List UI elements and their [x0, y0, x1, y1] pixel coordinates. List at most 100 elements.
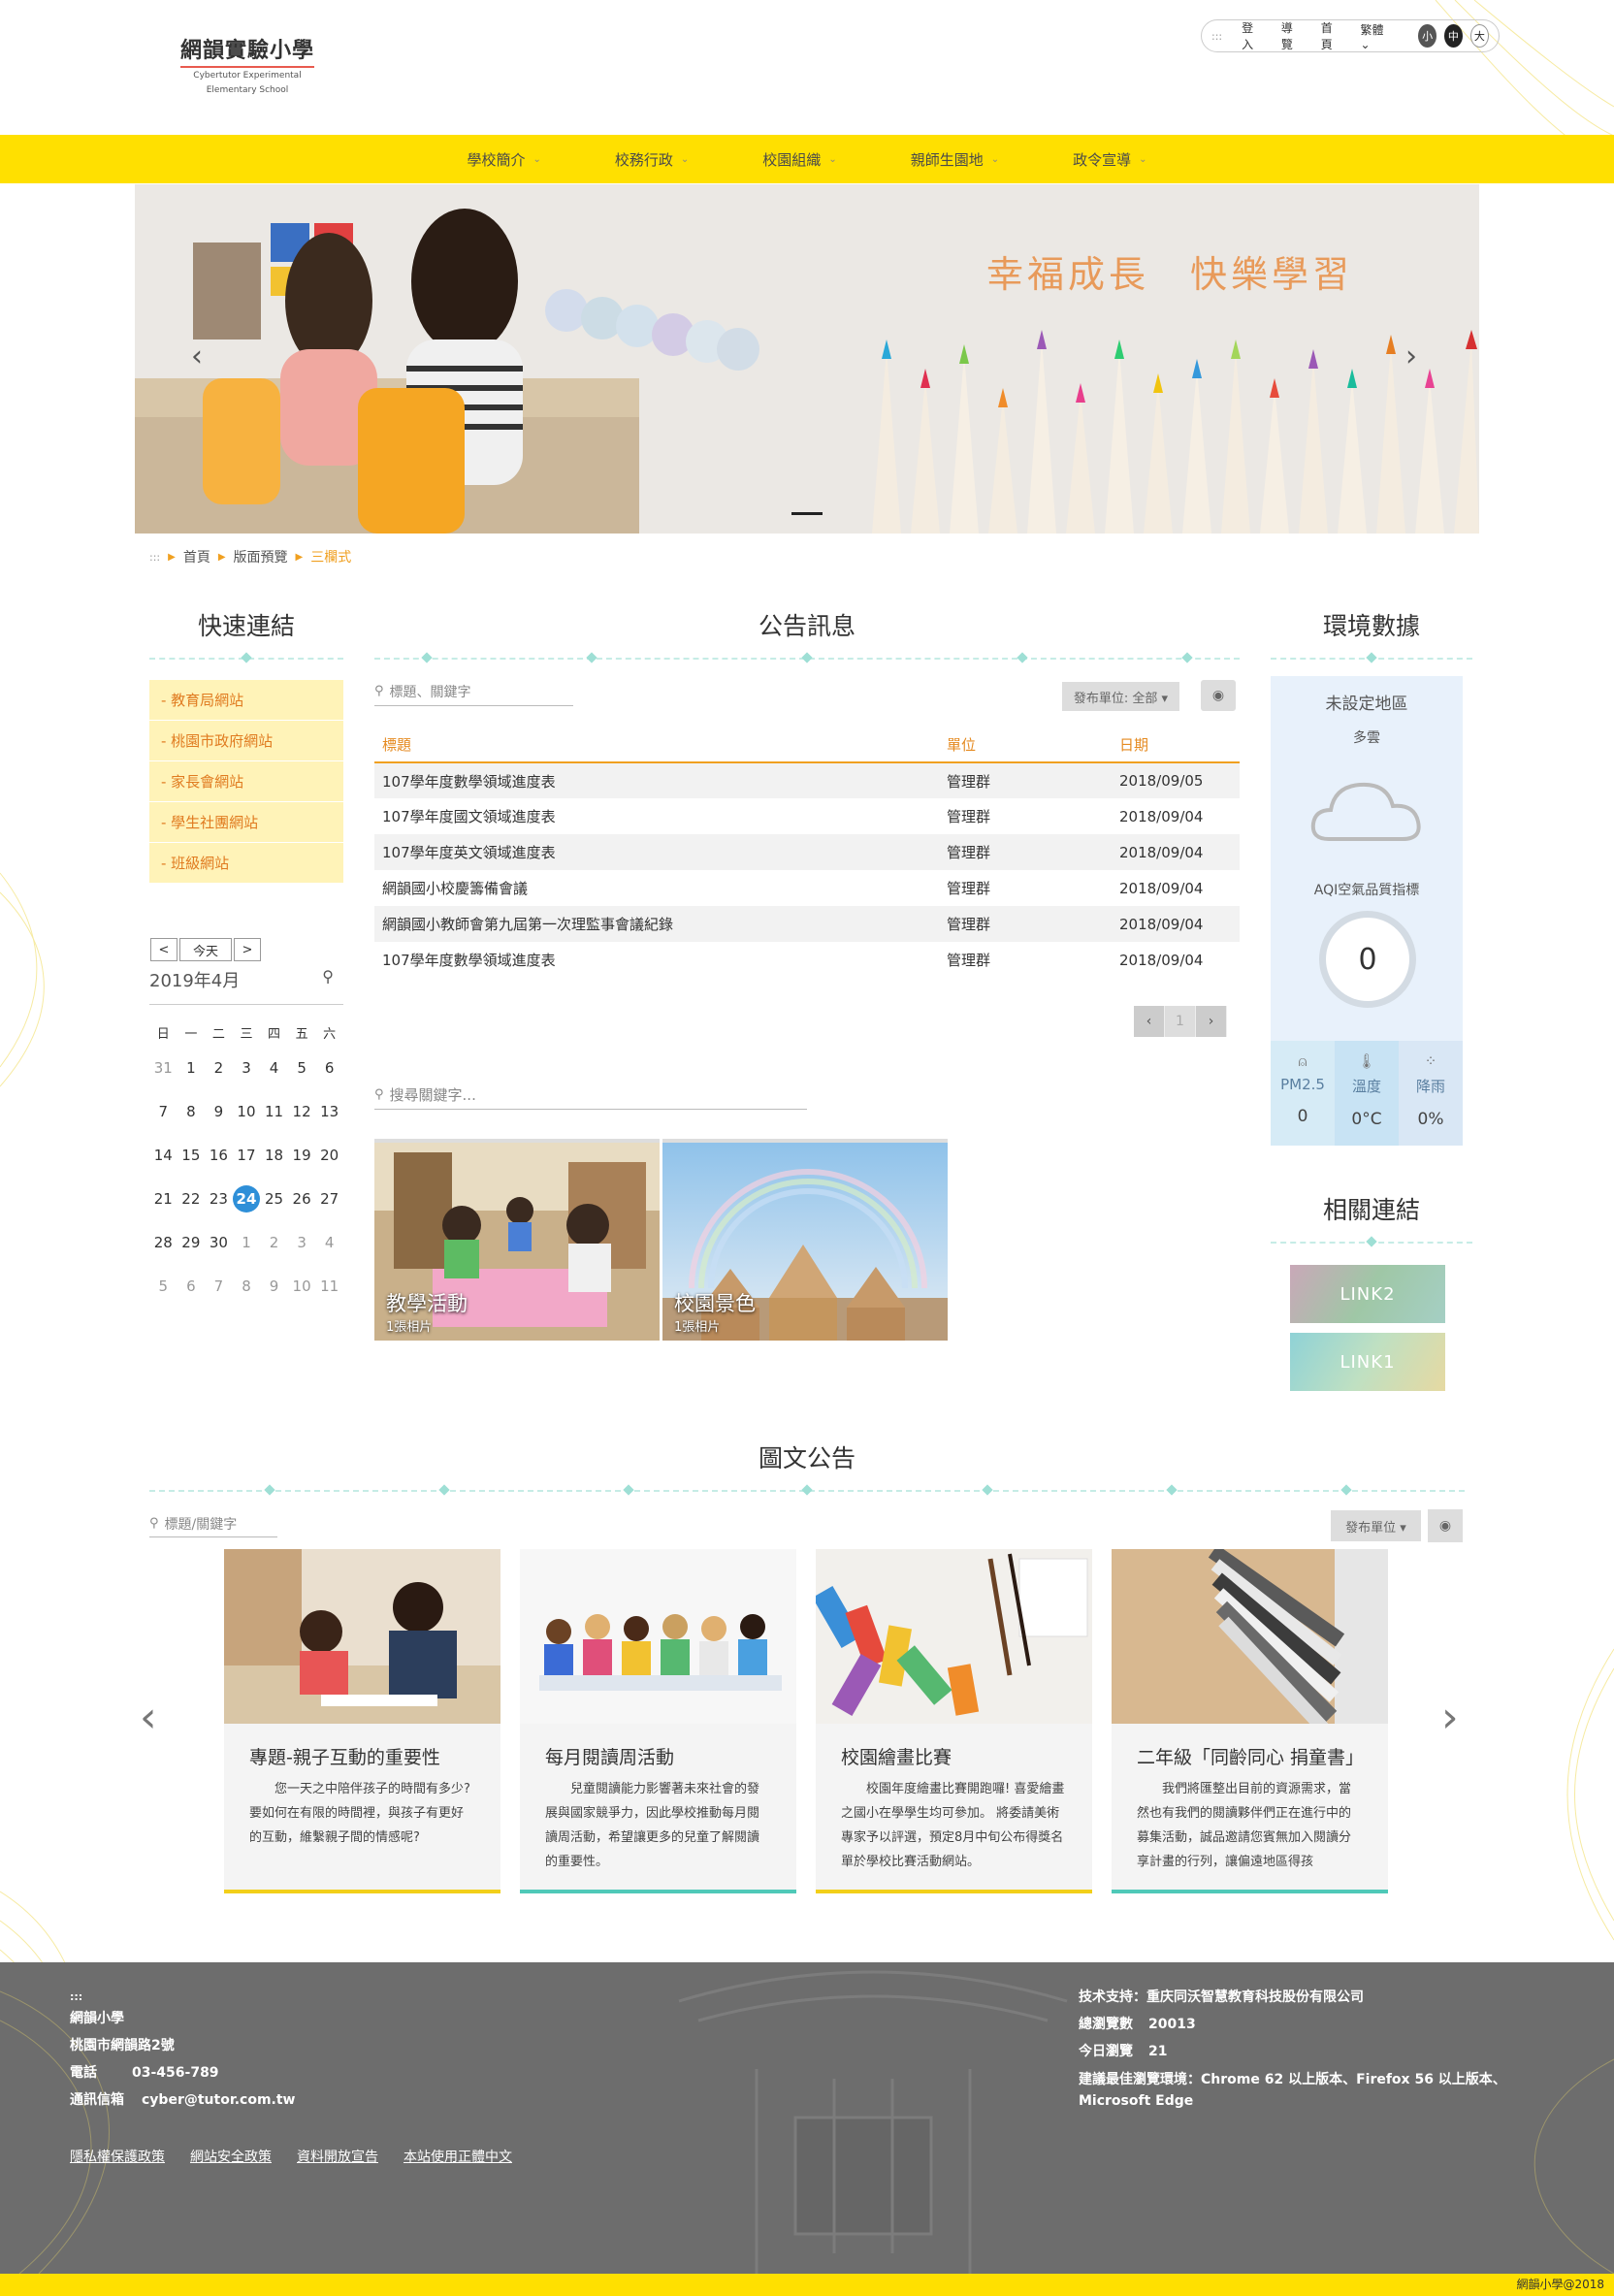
calendar-prev-button[interactable]: <: [150, 938, 178, 961]
table-row[interactable]: 107學年度數學領域進度表 管理群 2018/09/04: [374, 942, 1240, 978]
footer-link-language[interactable]: 本站使用正體中文: [404, 2147, 512, 2166]
calendar-day[interactable]: 19: [288, 1133, 316, 1177]
picture-search-input[interactable]: ⚲ 標題/關鍵字: [149, 1510, 277, 1537]
column-header-date[interactable]: 日期: [1112, 728, 1240, 763]
nav-item-admin[interactable]: 校務行政 ⌄: [615, 149, 689, 170]
calendar-today-button[interactable]: 今天: [179, 938, 232, 961]
nav-item-policy[interactable]: 政令宣導 ⌄: [1073, 149, 1146, 170]
calendar-day[interactable]: 7: [205, 1264, 233, 1308]
calendar-day[interactable]: 4: [260, 1046, 288, 1089]
carousel-next-button[interactable]: ›: [1441, 1693, 1459, 1742]
calendar-next-button[interactable]: >: [234, 938, 261, 961]
related-link-item[interactable]: LINK2: [1290, 1265, 1445, 1323]
search-icon[interactable]: ⚲: [322, 967, 334, 992]
announcement-title[interactable]: 網韻國小校慶籌備會議: [374, 870, 939, 906]
banner-next-button[interactable]: ›: [1405, 340, 1417, 373]
column-header-unit[interactable]: 單位: [939, 728, 1112, 763]
region-label[interactable]: 未設定地區: [1271, 690, 1463, 714]
calendar-day[interactable]: 14: [149, 1133, 178, 1177]
calendar-day[interactable]: 30: [205, 1220, 233, 1264]
calendar-day[interactable]: 15: [178, 1133, 206, 1177]
rss-icon[interactable]: ◉: [1428, 1509, 1463, 1542]
footer-link-security[interactable]: 網站安全政策: [190, 2147, 272, 2166]
table-row[interactable]: 網韻國小教師會第九屆第一次理監事會議紀錄 管理群 2018/09/04: [374, 906, 1240, 942]
guide-link[interactable]: 導覽: [1281, 19, 1300, 52]
calendar-day[interactable]: 6: [315, 1046, 343, 1089]
calendar-day[interactable]: 10: [233, 1089, 261, 1133]
table-row[interactable]: 107學年度數學領域進度表 管理群 2018/09/05: [374, 762, 1240, 798]
related-link-item[interactable]: LINK1: [1290, 1333, 1445, 1391]
picture-unit-filter-select[interactable]: 發布單位 ▾: [1331, 1510, 1421, 1541]
announcement-title[interactable]: 107學年度數學領域進度表: [374, 762, 939, 798]
column-header-title[interactable]: 標題: [374, 728, 939, 763]
calendar-day[interactable]: 11: [315, 1264, 343, 1308]
calendar-day[interactable]: 2: [205, 1046, 233, 1089]
calendar-day[interactable]: 8: [233, 1264, 261, 1308]
calendar-day[interactable]: 3: [288, 1220, 316, 1264]
footer-link-open-data[interactable]: 資料開放宣告: [297, 2147, 378, 2166]
page-prev-button[interactable]: ‹: [1134, 1006, 1165, 1037]
breadcrumb-preview[interactable]: 版面預覽: [234, 547, 288, 566]
calendar-day[interactable]: 6: [178, 1264, 206, 1308]
table-row[interactable]: 網韻國小校慶籌備會議 管理群 2018/09/04: [374, 870, 1240, 906]
school-logo[interactable]: 網韻實驗小學 Cybertutor Experimental Elementar…: [170, 33, 325, 97]
font-size-large-button[interactable]: 大: [1469, 24, 1489, 48]
carousel-prev-button[interactable]: ‹: [140, 1693, 157, 1742]
quick-link-item[interactable]: - 桃園市政府網站: [149, 721, 343, 761]
calendar-day[interactable]: 5: [288, 1046, 316, 1089]
album-search-input[interactable]: ⚲ 搜尋關鍵字...: [374, 1081, 807, 1110]
calendar-day[interactable]: 23: [205, 1177, 233, 1220]
calendar-day[interactable]: 1: [233, 1220, 261, 1264]
quick-link-item[interactable]: - 家長會網站: [149, 761, 343, 802]
calendar-day[interactable]: 28: [149, 1220, 178, 1264]
announcement-title[interactable]: 107學年度數學領域進度表: [374, 942, 939, 978]
footer-email[interactable]: cyber@tutor.com.tw: [142, 2092, 296, 2108]
calendar-day[interactable]: 27: [315, 1177, 343, 1220]
rss-icon[interactable]: ◉: [1201, 680, 1236, 711]
page-number[interactable]: 1: [1165, 1006, 1196, 1037]
calendar-day[interactable]: 13: [315, 1089, 343, 1133]
nav-item-organization[interactable]: 校園組織 ⌄: [762, 149, 836, 170]
table-row[interactable]: 107學年度英文領域進度表 管理群 2018/09/04: [374, 834, 1240, 870]
accesskey-dots[interactable]: :::: [1211, 30, 1222, 43]
calendar-day[interactable]: 12: [288, 1089, 316, 1133]
announcement-title[interactable]: 107學年度英文領域進度表: [374, 834, 939, 870]
breadcrumb-current[interactable]: 三欄式: [310, 547, 351, 566]
calendar-day[interactable]: 11: [260, 1089, 288, 1133]
calendar-day[interactable]: 20: [315, 1133, 343, 1177]
nav-item-about[interactable]: 學校簡介 ⌄: [467, 149, 540, 170]
calendar-day[interactable]: 31: [149, 1046, 178, 1089]
breadcrumb-home[interactable]: 首頁: [183, 547, 210, 566]
announcement-title[interactable]: 107學年度國文領域進度表: [374, 798, 939, 834]
calendar-day[interactable]: 18: [260, 1133, 288, 1177]
announcement-title[interactable]: 網韻國小教師會第九屆第一次理監事會議紀錄: [374, 906, 939, 942]
calendar-day[interactable]: 21: [149, 1177, 178, 1220]
login-link[interactable]: 登入: [1242, 19, 1260, 52]
album-card[interactable]: 校園景色 1張相片: [662, 1139, 948, 1341]
font-size-small-button[interactable]: 小: [1418, 24, 1436, 48]
nav-item-community[interactable]: 親師生園地 ⌄: [911, 149, 999, 170]
calendar-day[interactable]: 24: [232, 1177, 261, 1220]
calendar-day[interactable]: 22: [178, 1177, 206, 1220]
calendar-day[interactable]: 25: [260, 1177, 288, 1220]
font-size-medium-button[interactable]: 中: [1443, 24, 1463, 48]
calendar-day[interactable]: 1: [178, 1046, 206, 1089]
calendar-day[interactable]: 5: [149, 1264, 178, 1308]
calendar-day[interactable]: 29: [178, 1220, 206, 1264]
calendar-day[interactable]: 9: [260, 1264, 288, 1308]
calendar-day[interactable]: 7: [149, 1089, 178, 1133]
page-next-button[interactable]: ›: [1196, 1006, 1227, 1037]
footer-link-privacy[interactable]: 隱私權保護政策: [70, 2147, 165, 2166]
calendar-day[interactable]: 3: [233, 1046, 261, 1089]
news-card[interactable]: 每月閱讀周活動 兒童閱讀能力影響著未來社會的發展與國家競爭力，因此學校推動每月閱…: [520, 1549, 796, 1893]
banner-prev-button[interactable]: ‹: [191, 340, 203, 373]
banner-indicator[interactable]: [791, 512, 823, 515]
calendar-day[interactable]: 2: [260, 1220, 288, 1264]
news-card[interactable]: 校園繪畫比賽 校園年度繪畫比賽開跑囉! 喜愛繪畫之國小在學學生均可參加。 將委請…: [816, 1549, 1092, 1893]
calendar-day[interactable]: 17: [233, 1133, 261, 1177]
calendar-day[interactable]: 16: [205, 1133, 233, 1177]
quick-link-item[interactable]: - 班級網站: [149, 843, 343, 884]
calendar-day[interactable]: 9: [205, 1089, 233, 1133]
quick-link-item[interactable]: - 學生社團網站: [149, 802, 343, 843]
announcement-search-input[interactable]: ⚲ 標題、關鍵字: [374, 677, 573, 706]
